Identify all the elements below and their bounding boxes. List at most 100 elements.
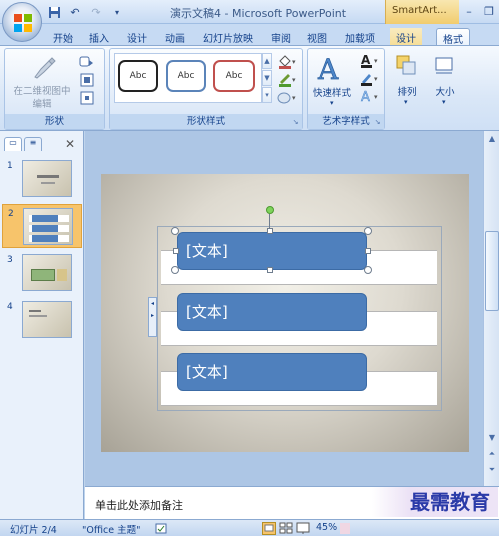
svg-text:A: A <box>361 90 370 105</box>
slide-sorter-icon[interactable] <box>279 522 293 535</box>
slide-thumbnail-row[interactable]: 1 <box>2 157 82 201</box>
outline-tab-icon[interactable]: ≡ <box>24 137 42 151</box>
quick-styles-dropdown-icon[interactable]: ▾ <box>330 99 334 107</box>
redo-icon[interactable]: ↷ <box>88 4 104 20</box>
smartart-tools-context-label: SmartArt... <box>385 0 459 24</box>
tab-view[interactable]: 视图 <box>302 28 332 46</box>
resize-handle[interactable] <box>171 266 179 274</box>
text-pane-toggle[interactable]: ◂ ▸ <box>148 297 157 337</box>
thumb-image <box>57 269 67 281</box>
next-slide-icon[interactable]: ⏷ <box>485 463 499 477</box>
slide-thumbnail-row[interactable]: 4 <box>2 298 82 342</box>
slideshow-view-icon[interactable] <box>296 522 310 535</box>
tab-animation[interactable]: 动画 <box>160 28 190 46</box>
shape-effects-icon[interactable]: ▾ <box>277 91 297 105</box>
tab-smartart-design[interactable]: 设计 <box>390 28 422 46</box>
group-arrange: 排列 ▾ <box>389 48 425 130</box>
gallery-scroll-down[interactable]: ▼ <box>262 70 272 86</box>
shape-fill-icon[interactable]: ▾ <box>277 55 297 69</box>
edit-in-2d-label[interactable]: 在二维视图中编辑 <box>9 85 75 111</box>
notes-placeholder[interactable]: 单击此处添加备注 <box>95 497 183 513</box>
office-button[interactable] <box>2 2 42 42</box>
larger-icon[interactable] <box>79 73 95 87</box>
resize-handle[interactable] <box>171 227 179 235</box>
arrange-icon[interactable] <box>395 54 417 76</box>
ribbon-tabs: 开始 插入 设计 动画 幻灯片放映 审阅 视图 加载项 设计 格式 <box>0 24 499 46</box>
save-icon[interactable] <box>46 4 62 20</box>
previous-slide-icon[interactable]: ⏶ <box>485 447 499 461</box>
tab-home[interactable]: 开始 <box>48 28 78 46</box>
thumb-box <box>32 215 58 222</box>
close-icon[interactable]: ✕ <box>63 137 77 151</box>
resize-handle[interactable] <box>267 228 273 234</box>
arrange-label[interactable]: 排列 <box>389 84 425 98</box>
scroll-thumb[interactable] <box>485 231 499 311</box>
undo-icon[interactable]: ↶ <box>67 4 83 20</box>
shape-style-option[interactable]: Abc <box>118 60 158 92</box>
slide-number: 1 <box>7 161 13 171</box>
resize-handle[interactable] <box>173 248 179 254</box>
slide-thumbnail-row[interactable]: 3 <box>2 251 82 295</box>
tab-design[interactable]: 设计 <box>122 28 152 46</box>
gallery-scroll-up[interactable]: ▲ <box>262 53 272 69</box>
svg-text:▾: ▾ <box>374 57 378 65</box>
window-controls: – ❐ <box>459 2 499 20</box>
smaller-icon[interactable] <box>79 91 95 105</box>
slide-number: 2 <box>8 209 14 219</box>
svg-text:A: A <box>361 53 371 67</box>
resize-handle[interactable] <box>267 267 273 273</box>
text-fill-icon[interactable]: A ▾ <box>360 53 380 69</box>
quick-styles-icon[interactable]: A <box>316 53 344 83</box>
slide-thumbnail[interactable] <box>22 160 72 197</box>
shape-outline-icon[interactable]: ▾ <box>277 73 297 87</box>
svg-text:▾: ▾ <box>292 94 296 102</box>
resize-handle[interactable] <box>364 227 372 235</box>
smartart-text-box-3[interactable]: [文本] <box>177 353 367 391</box>
spell-check-icon[interactable] <box>155 523 167 534</box>
resize-handle[interactable] <box>364 266 372 274</box>
thumb-box <box>32 225 58 232</box>
smartart-text-box-2[interactable]: [文本] <box>177 293 367 331</box>
size-icon[interactable] <box>433 54 455 76</box>
zoom-out-icon[interactable] <box>340 523 350 534</box>
shape-style-option[interactable]: Abc <box>166 60 206 92</box>
status-bar: 幻灯片 2/4 "Office 主题" 45% <box>0 519 499 536</box>
normal-view-icon[interactable] <box>262 522 276 535</box>
zoom-level[interactable]: 45% <box>316 522 337 533</box>
customize-qat-icon[interactable]: ▾ <box>109 4 125 20</box>
slide-thumbnail[interactable] <box>22 254 72 291</box>
dialog-launcher-icon[interactable]: ↘ <box>373 118 382 127</box>
slide-thumbnail[interactable] <box>23 208 73 245</box>
text-effects-icon[interactable]: A ▾ <box>360 89 380 105</box>
slides-tab-icon[interactable]: ▭ <box>4 137 22 151</box>
change-shape-icon[interactable] <box>79 55 95 69</box>
dialog-launcher-icon[interactable]: ↘ <box>291 118 300 127</box>
minimize-icon[interactable]: – <box>459 2 479 20</box>
size-dropdown-icon[interactable]: ▾ <box>442 98 446 106</box>
resize-handle[interactable] <box>365 248 371 254</box>
gallery-more[interactable]: ▾ <box>262 87 272 103</box>
slide-thumbnail-row-selected[interactable]: 2 <box>2 204 82 248</box>
svg-text:▾: ▾ <box>292 58 296 66</box>
text-outline-icon[interactable]: ▾ <box>360 71 380 87</box>
group-size: 大小 ▾ <box>427 48 463 130</box>
quick-styles-label[interactable]: 快速样式 <box>310 85 354 99</box>
vertical-scrollbar[interactable]: ▲ ▼ ⏶ ⏷ <box>483 131 499 486</box>
scroll-up-icon[interactable]: ▲ <box>485 132 499 146</box>
scroll-down-icon[interactable]: ▼ <box>485 431 499 445</box>
arrange-dropdown-icon[interactable]: ▾ <box>404 98 408 106</box>
smartart-text-box-1[interactable]: [文本] <box>177 232 367 270</box>
tab-slideshow[interactable]: 幻灯片放映 <box>198 28 258 46</box>
size-label[interactable]: 大小 <box>427 84 463 98</box>
shape-style-option[interactable]: Abc <box>213 60 255 92</box>
svg-text:▾: ▾ <box>374 93 378 101</box>
rotation-handle[interactable] <box>266 206 274 214</box>
restore-icon[interactable]: ❐ <box>479 2 499 20</box>
tab-format[interactable]: 格式 <box>436 28 470 46</box>
tab-addins[interactable]: 加载项 <box>340 28 380 46</box>
tab-insert[interactable]: 插入 <box>84 28 114 46</box>
thumb-box <box>32 235 58 242</box>
slide-thumbnail[interactable] <box>22 301 72 338</box>
tab-review[interactable]: 审阅 <box>266 28 296 46</box>
edit-2d-icon[interactable] <box>31 55 57 81</box>
